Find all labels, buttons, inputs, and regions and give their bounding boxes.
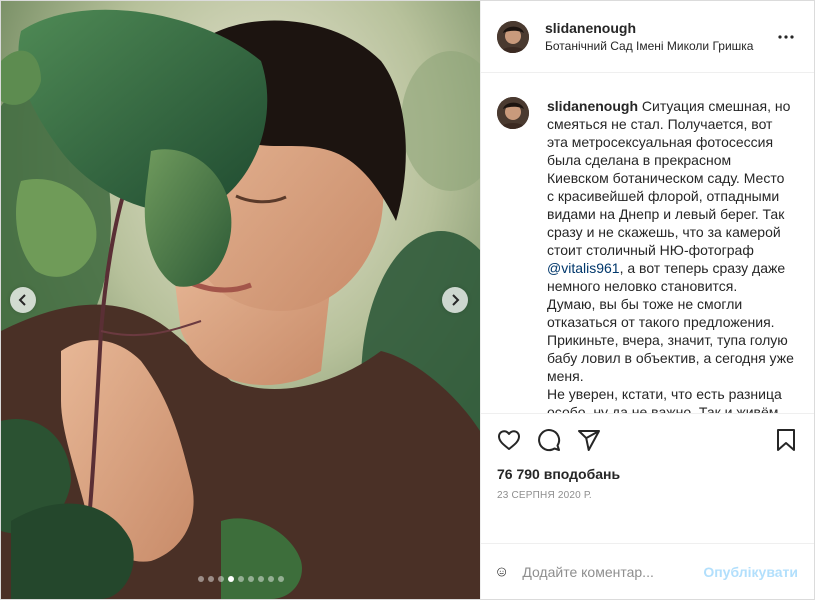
comments-section[interactable]: slidanenough Ситуация смешная, но смеять… (481, 73, 814, 413)
share-icon[interactable] (577, 428, 601, 452)
author-username[interactable]: slidanenough (545, 19, 774, 37)
caption-username[interactable]: slidanenough (547, 98, 638, 114)
caption-paragraph: Не уверен, кстати, что есть разница особ… (547, 386, 783, 413)
action-icons (497, 420, 798, 460)
post-sidebar: slidanenough Ботанічний Сад Імені Миколи… (480, 1, 814, 599)
bookmark-icon[interactable] (774, 428, 798, 452)
carousel-indicator (1, 576, 480, 582)
carousel-dot-active (227, 576, 234, 582)
portrait-photo (1, 1, 480, 599)
author-avatar[interactable] (497, 20, 529, 53)
more-options-icon (778, 34, 794, 39)
likes-count[interactable]: 76 790 вподобань (497, 466, 798, 482)
caption-mention-link[interactable]: @vitalis961 (547, 260, 620, 276)
emoji-icon[interactable] (497, 560, 507, 584)
carousel-dot (257, 576, 264, 582)
publish-button[interactable]: Опублікувати (703, 564, 798, 580)
carousel-dot (237, 576, 244, 582)
carousel-prev-button[interactable] (10, 287, 36, 313)
post-caption: slidanenough Ситуация смешная, но смеять… (547, 97, 795, 413)
carousel-next-button[interactable] (442, 287, 468, 313)
add-comment-bar: Опублікувати (481, 543, 814, 599)
carousel-dot (277, 576, 284, 582)
post-container: slidanenough Ботанічний Сад Імені Миколи… (0, 0, 815, 600)
carousel-dot (207, 576, 214, 582)
carousel-dot (217, 576, 224, 582)
caption-text: Ситуация смешная, но смеяться не стал. П… (547, 98, 791, 258)
post-date[interactable]: 23 СЕРПНЯ 2020 Р. (497, 490, 798, 501)
avatar-image (497, 97, 529, 129)
post-actions: 76 790 вподобань 23 СЕРПНЯ 2020 Р. (481, 413, 814, 543)
comment-icon[interactable] (537, 428, 561, 452)
heart-icon[interactable] (497, 428, 521, 452)
caption-row: slidanenough Ситуация смешная, но смеять… (497, 97, 798, 413)
post-photo[interactable] (1, 1, 480, 599)
carousel-dot (197, 576, 204, 582)
chevron-left-icon (18, 294, 26, 306)
avatar-image (497, 20, 529, 53)
chevron-right-icon (452, 294, 460, 306)
caption-paragraph: Думаю, вы бы тоже не смогли отказаться о… (547, 296, 794, 384)
caption-avatar[interactable] (497, 97, 529, 129)
post-location[interactable]: Ботанічний Сад Імені Миколи Гришка (545, 37, 774, 55)
more-options-button[interactable] (774, 25, 798, 49)
comment-input[interactable] (522, 563, 704, 580)
carousel-dot (247, 576, 254, 582)
carousel-dot (267, 576, 274, 582)
post-header: slidanenough Ботанічний Сад Імені Миколи… (481, 1, 814, 73)
